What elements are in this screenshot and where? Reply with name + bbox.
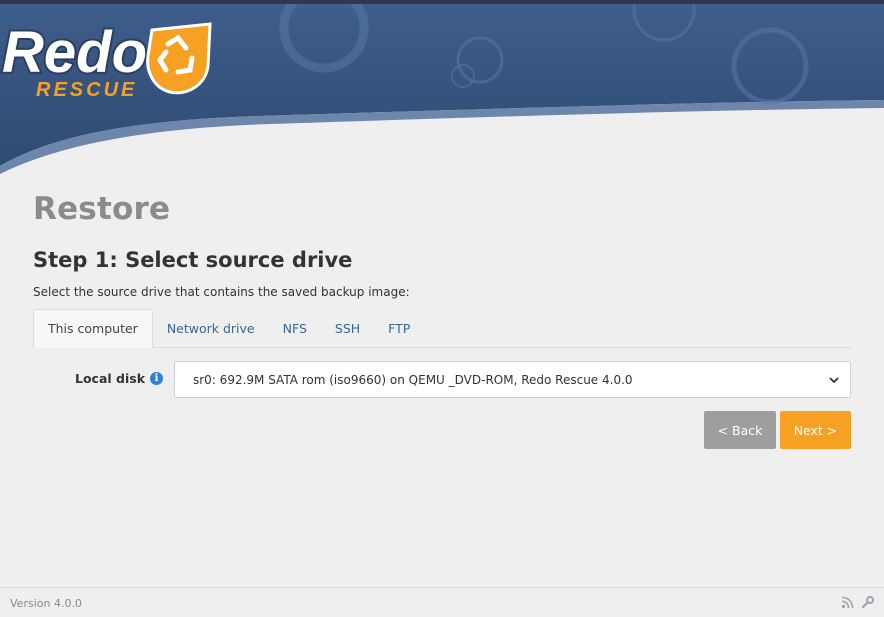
footer: Version 4.0.0 bbox=[0, 587, 884, 617]
tab-network-drive[interactable]: Network drive bbox=[153, 309, 269, 347]
tab-ftp[interactable]: FTP bbox=[374, 309, 424, 347]
next-button[interactable]: Next > bbox=[780, 411, 851, 449]
version-text: Version 4.0.0 bbox=[10, 597, 82, 610]
step-title: Step 1: Select source drive bbox=[33, 248, 353, 272]
tab-this-computer[interactable]: This computer bbox=[33, 309, 153, 348]
step-description: Select the source drive that contains th… bbox=[33, 285, 410, 299]
logo-subtext: RESCUE bbox=[36, 79, 137, 101]
recycle-icon bbox=[146, 22, 212, 95]
tab-ssh[interactable]: SSH bbox=[321, 309, 374, 347]
footer-icons bbox=[841, 596, 874, 609]
info-icon[interactable]: i bbox=[150, 372, 164, 385]
wrench-icon[interactable] bbox=[861, 596, 874, 609]
page-title: Restore bbox=[33, 191, 171, 227]
rss-icon[interactable] bbox=[841, 596, 854, 609]
local-disk-select[interactable]: sr0: 692.9M SATA rom (iso9660) on QEMU _… bbox=[174, 361, 851, 398]
local-disk-label-row: Local disk i bbox=[75, 371, 164, 386]
local-disk-selected-value: sr0: 692.9M SATA rom (iso9660) on QEMU _… bbox=[193, 372, 633, 387]
tab-nfs[interactable]: NFS bbox=[269, 309, 321, 347]
source-tabs: This computer Network drive NFS SSH FTP bbox=[33, 309, 851, 348]
chevron-down-icon bbox=[829, 377, 839, 384]
redo-rescue-logo: Redo RESCUE bbox=[0, 18, 212, 101]
logo-text: Redo bbox=[2, 20, 147, 85]
header-banner: Redo RESCUE bbox=[0, 4, 884, 174]
local-disk-label: Local disk bbox=[75, 371, 146, 386]
back-button[interactable]: < Back bbox=[704, 411, 776, 449]
